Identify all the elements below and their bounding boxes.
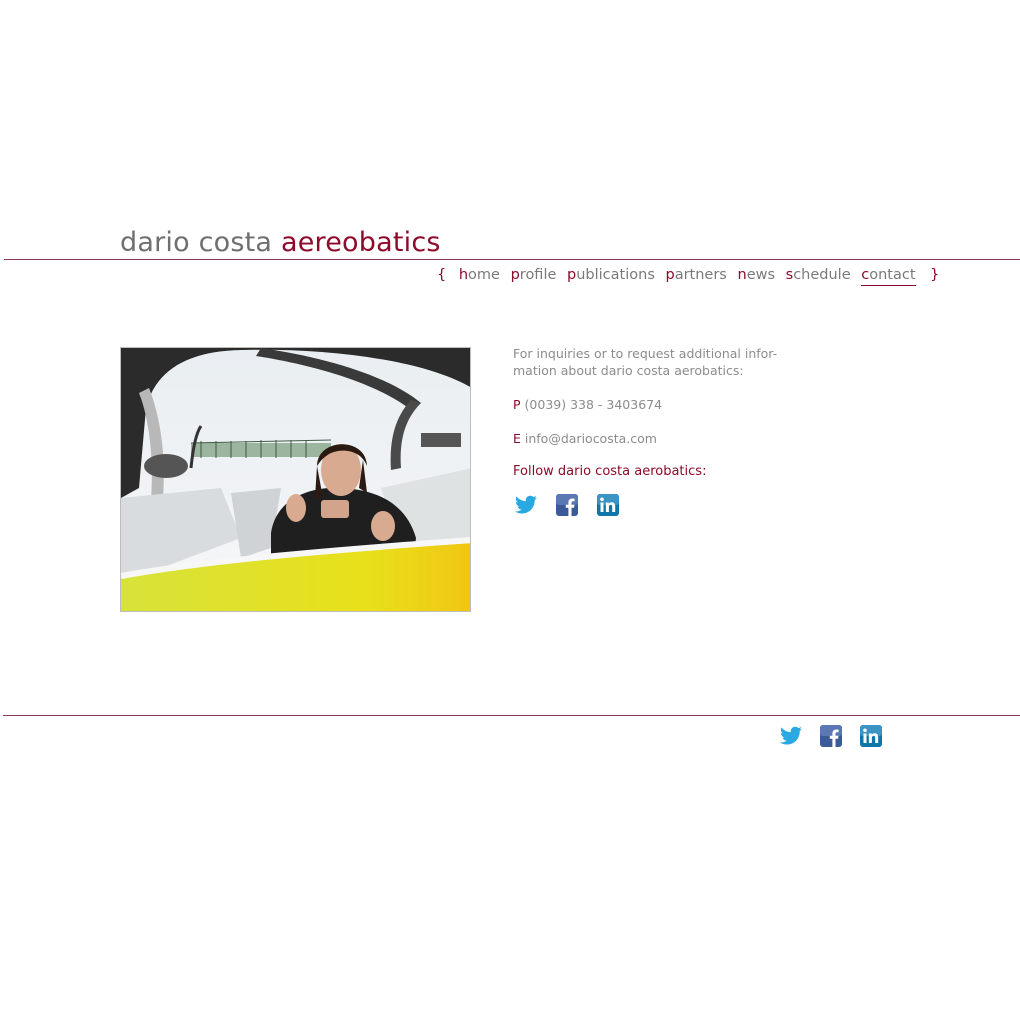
- footer-social-links: [779, 724, 883, 748]
- nav-item-contact[interactable]: contact: [861, 266, 916, 286]
- facebook-icon[interactable]: [819, 724, 843, 748]
- site-logo[interactable]: dario costa aereobatics: [120, 226, 441, 260]
- nav-item-publications[interactable]: publications: [567, 264, 655, 286]
- nav-item-partners[interactable]: partners: [665, 264, 726, 286]
- email-row: E info@dariocosta.com: [513, 430, 657, 447]
- logo-subtitle: aereobatics: [280, 227, 441, 258]
- phone-row: P (0039) 338 - 3403674: [513, 396, 662, 413]
- nav-close-brace: }: [930, 267, 940, 283]
- pilot-cockpit-photo: [120, 347, 471, 612]
- nav-item-home[interactable]: home: [459, 264, 500, 286]
- follow-heading: Follow dario costa aerobatics:: [513, 464, 707, 479]
- nav-item-news[interactable]: news: [737, 264, 775, 286]
- contact-intro: For inquiries or to request additional i…: [513, 346, 778, 378]
- email-link[interactable]: info@dariocosta.com: [525, 431, 657, 446]
- nav-item-profile[interactable]: profile: [511, 264, 557, 286]
- main-nav: { home profile publications partners new…: [437, 264, 939, 286]
- linkedin-icon[interactable]: [859, 724, 883, 748]
- twitter-icon[interactable]: [514, 493, 538, 517]
- email-label: E: [513, 431, 521, 446]
- phone-label: P: [513, 397, 521, 412]
- header-divider: [4, 259, 1020, 260]
- social-links: [514, 493, 620, 517]
- twitter-icon[interactable]: [779, 724, 803, 748]
- nav-open-brace: {: [437, 267, 447, 283]
- linkedin-icon[interactable]: [596, 493, 620, 517]
- nav-item-schedule[interactable]: schedule: [786, 264, 851, 286]
- facebook-icon[interactable]: [555, 493, 579, 517]
- contact-info: For inquiries or to request additional i…: [513, 345, 793, 479]
- logo-name: dario costa: [120, 227, 273, 258]
- phone-number[interactable]: (0039) 338 - 3403674: [525, 397, 663, 412]
- footer-divider: [3, 715, 1020, 716]
